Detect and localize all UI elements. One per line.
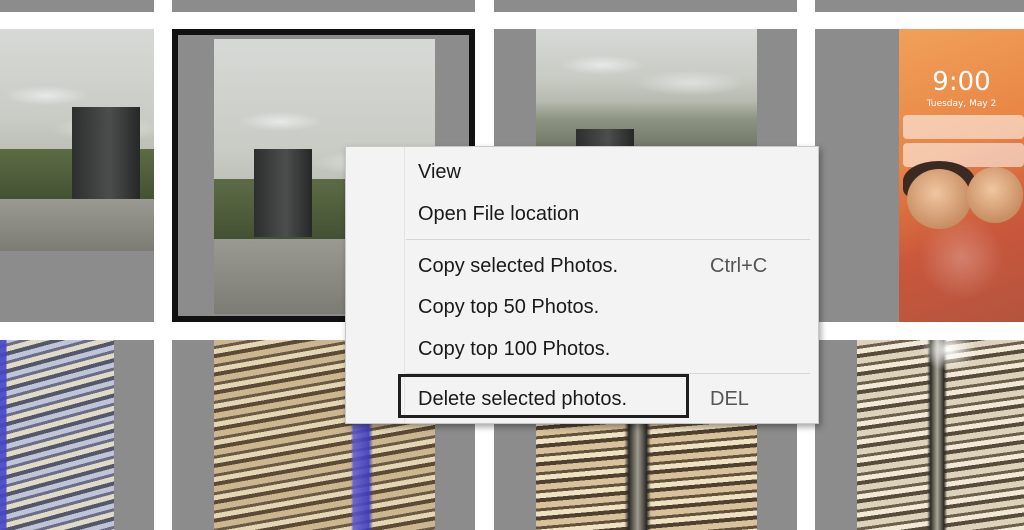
menu-item-copy-top-100[interactable]: Copy top 100 Photos. bbox=[418, 338, 610, 361]
delete-highlight-box bbox=[398, 374, 689, 418]
photo-thumbnail[interactable] bbox=[0, 340, 154, 530]
photo-thumbnail[interactable] bbox=[0, 0, 154, 12]
menu-icon-gutter bbox=[346, 147, 405, 423]
menu-item-copy-selected[interactable]: Copy selected Photos. bbox=[418, 255, 618, 278]
menu-separator bbox=[406, 239, 810, 240]
photo-thumbnail[interactable] bbox=[815, 340, 1024, 530]
menu-item-copy-top-50[interactable]: Copy top 50 Photos. bbox=[418, 296, 599, 319]
photo-thumbnail[interactable] bbox=[172, 0, 475, 12]
phone-lock-date: Tuesday, May 2 bbox=[926, 99, 997, 109]
phone-lock-time: 9:00 bbox=[932, 67, 991, 97]
photo-thumbnail[interactable] bbox=[815, 0, 1024, 12]
menu-item-view[interactable]: View bbox=[418, 161, 461, 184]
shortcut-delete: DEL bbox=[710, 388, 749, 410]
photo-thumbnail-phone[interactable]: 9:00 Tuesday, May 2 bbox=[815, 29, 1024, 322]
photo-thumbnail[interactable] bbox=[494, 0, 797, 12]
menu-item-open-file-location[interactable]: Open File location bbox=[418, 203, 579, 226]
shortcut-copy: Ctrl+C bbox=[710, 255, 768, 277]
notification-card bbox=[903, 115, 1024, 139]
photo-thumbnail[interactable] bbox=[0, 29, 154, 322]
